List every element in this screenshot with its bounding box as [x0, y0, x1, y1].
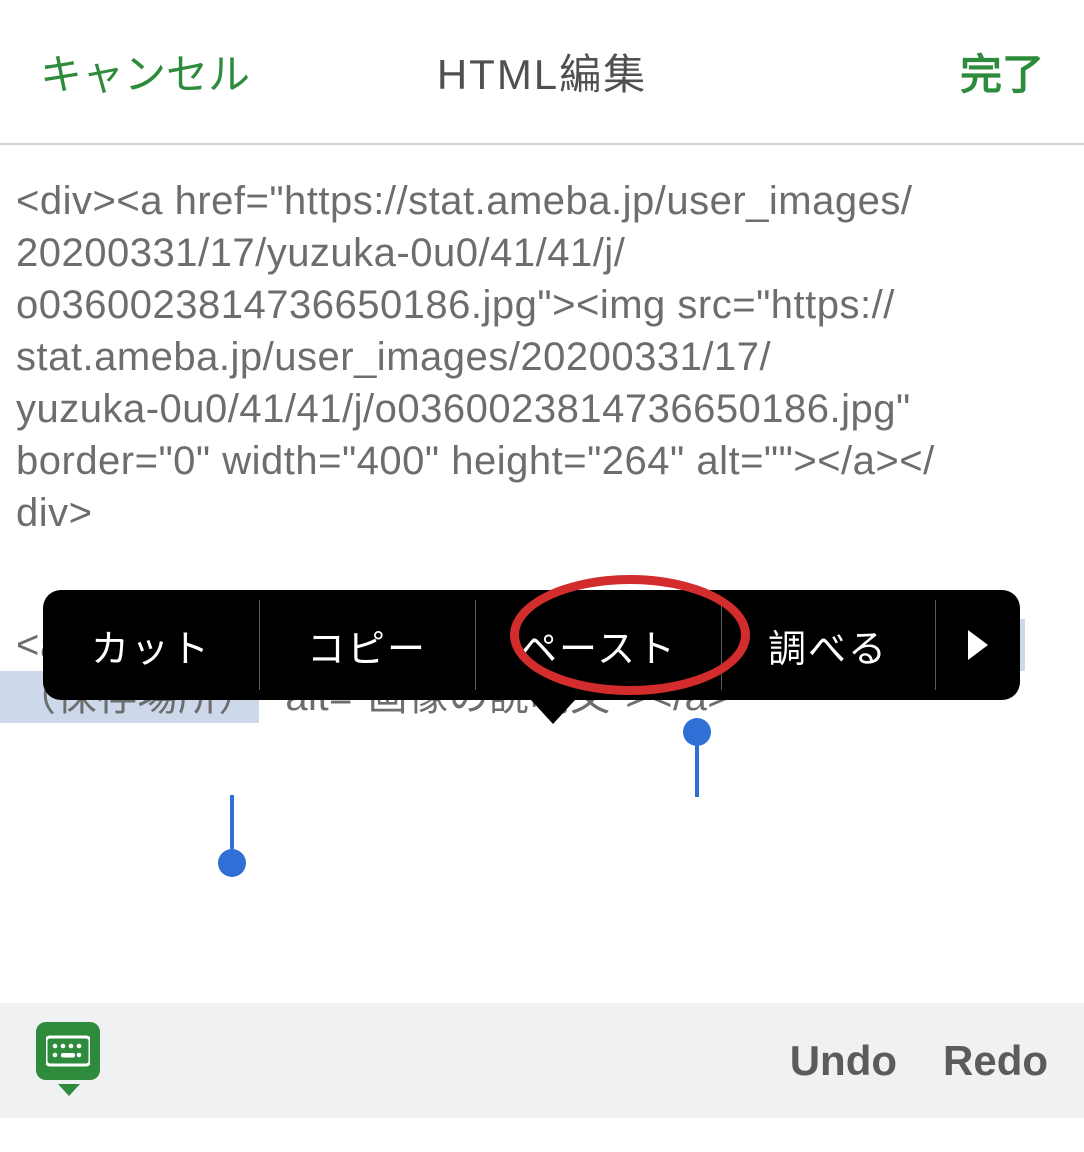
context-menu-tail — [531, 700, 575, 724]
menu-lookup[interactable]: 調べる — [721, 590, 935, 700]
html-editor[interactable]: <div><a href="https://stat.ameba.jp/user… — [0, 145, 1084, 723]
cancel-button[interactable]: キャンセル — [40, 41, 250, 102]
selection-handle-end[interactable] — [218, 849, 246, 877]
bottom-toolbar: Undo Redo — [0, 1003, 1084, 1118]
keyboard-icon — [36, 1022, 100, 1080]
menu-more[interactable] — [935, 590, 1020, 700]
keyboard-button[interactable] — [36, 1022, 100, 1100]
menu-copy[interactable]: コピー — [259, 590, 475, 700]
selection-caret-start — [695, 743, 699, 797]
menu-paste[interactable]: ペースト — [475, 590, 721, 700]
chevron-down-icon — [58, 1084, 80, 1096]
undo-redo-group: Undo Redo — [790, 1037, 1048, 1085]
context-menu: カット コピー ペースト 調べる — [43, 590, 1020, 700]
code-line[interactable]: stat.ameba.jp/user_images/20200331/17/ — [16, 335, 771, 379]
redo-button[interactable]: Redo — [943, 1037, 1048, 1085]
undo-button[interactable]: Undo — [790, 1037, 897, 1085]
chevron-right-icon — [965, 630, 991, 660]
done-button[interactable]: 完了 — [960, 41, 1044, 102]
code-block-1[interactable]: <div><a href="https://stat.ameba.jp/user… — [16, 175, 1066, 539]
header-bar: キャンセル HTML編集 完了 — [0, 0, 1084, 145]
code-line[interactable]: yuzuka-0u0/41/41/j/o0360023814736650186.… — [16, 387, 911, 431]
code-line[interactable]: border="0" width="400" height="264" alt=… — [16, 439, 935, 483]
code-line[interactable]: <div><a href="https://stat.ameba.jp/user… — [16, 179, 912, 223]
selection-caret-end — [230, 795, 234, 849]
context-menu-bar: カット コピー ペースト 調べる — [43, 590, 1020, 700]
selection-handle-start[interactable] — [683, 718, 711, 746]
code-line[interactable]: div> — [16, 491, 93, 535]
page-title: HTML編集 — [437, 41, 647, 102]
menu-cut[interactable]: カット — [43, 590, 259, 700]
code-line[interactable]: o0360023814736650186.jpg"><img src="http… — [16, 283, 895, 327]
code-line[interactable]: 20200331/17/yuzuka-0u0/41/41/j/ — [16, 231, 625, 275]
